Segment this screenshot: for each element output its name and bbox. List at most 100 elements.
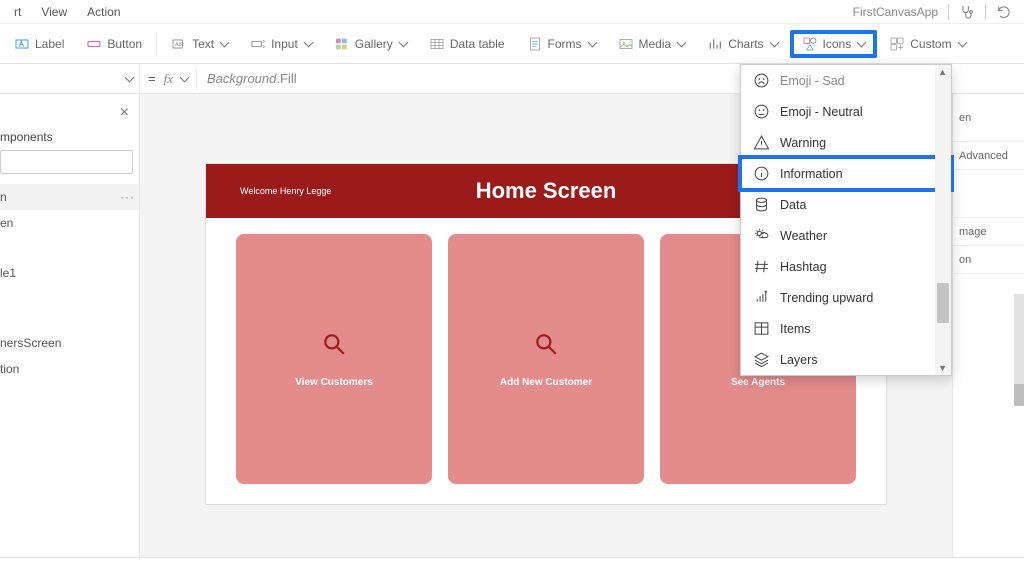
text-icon: Abc: [171, 36, 187, 52]
tree-item-label: n: [0, 190, 7, 204]
button-text: Button: [107, 37, 142, 51]
shapes-icon: [802, 36, 818, 52]
divider: [985, 4, 986, 20]
property-selector[interactable]: [0, 64, 140, 93]
input-icon: [250, 36, 266, 52]
icon-option-label: Layers: [780, 353, 818, 367]
tree-item[interactable]: tion: [0, 356, 139, 382]
equals-sign: =: [140, 71, 164, 86]
app-name: FirstCanvasApp: [853, 5, 938, 19]
formula-prefix: Background: [207, 71, 276, 86]
icon-option-label: Warning: [780, 136, 826, 150]
menu-action[interactable]: Action: [77, 5, 130, 19]
icon-option-layers[interactable]: Layers: [741, 344, 951, 375]
menu-view[interactable]: View: [31, 5, 77, 19]
tree-item[interactable]: le1: [0, 260, 139, 286]
close-icon[interactable]: ×: [0, 100, 139, 130]
gallery-icon: [334, 36, 350, 52]
label-text: Label: [35, 37, 64, 51]
prop-row[interactable]: [953, 170, 1024, 218]
icon-option-weather[interactable]: Weather: [741, 220, 951, 251]
prop-row[interactable]: on: [953, 246, 1024, 274]
layers-icon: [753, 351, 770, 368]
prop-row[interactable]: en: [953, 94, 1024, 142]
text-tool[interactable]: Abc Text: [161, 32, 238, 56]
forms-icon: [527, 36, 543, 52]
emoji-neutral-icon: [753, 103, 770, 120]
menu-insert[interactable]: rt: [4, 5, 31, 19]
text-label: Text: [192, 37, 214, 51]
card-label: See Agents: [731, 377, 785, 388]
charts-tool[interactable]: Charts: [697, 32, 787, 56]
tree-item[interactable]: nersScreen: [0, 330, 139, 356]
stethoscope-icon[interactable]: [959, 4, 975, 20]
icon-option-data[interactable]: Data: [741, 189, 951, 220]
data-icon: [753, 196, 770, 213]
icon-option-label: Information: [780, 167, 843, 181]
tree-item[interactable]: n ···: [0, 184, 139, 210]
formula-suffix: .Fill: [276, 71, 296, 86]
gallery-tool[interactable]: Gallery: [324, 32, 417, 56]
icon-option-information[interactable]: Information: [741, 158, 951, 189]
icon-option-label: Emoji - Sad: [780, 74, 845, 88]
scroll-down-icon[interactable]: ▼: [938, 363, 947, 373]
scrollbar-thumb[interactable]: [937, 283, 949, 323]
menubar: rt View Action FirstCanvasApp: [0, 0, 1024, 24]
icon-option-label: Items: [780, 322, 811, 336]
chevron-down-icon: [303, 37, 313, 47]
status-bar: [0, 557, 1024, 571]
label-tool[interactable]: Label: [4, 32, 74, 56]
prop-row[interactable]: mage: [953, 218, 1024, 246]
warning-icon: [753, 134, 770, 151]
search-icon: [533, 331, 559, 357]
chevron-down-icon: [587, 37, 597, 47]
label-icon: [14, 36, 30, 52]
chevron-down-icon: [125, 72, 135, 82]
icons-tool[interactable]: Icons: [790, 30, 878, 58]
emoji-sad-icon: [753, 72, 770, 89]
ribbon-toolbar: Label Button Abc Text Input Gallery Data…: [0, 24, 1024, 64]
search-icon: [321, 331, 347, 357]
tree-item-label: nersScreen: [0, 336, 61, 350]
charts-icon: [707, 36, 723, 52]
icon-option-label: Emoji - Neutral: [780, 105, 863, 119]
icon-option-items[interactable]: Items: [741, 313, 951, 344]
datatable-tool[interactable]: Data table: [419, 32, 515, 56]
media-tool[interactable]: Media: [608, 32, 696, 56]
scroll-up-icon[interactable]: ▲: [938, 67, 947, 77]
charts-label: Charts: [728, 37, 763, 51]
icons-label: Icons: [823, 37, 852, 51]
custom-label: Custom: [910, 37, 951, 51]
scrollbar[interactable]: ▲ ▼: [935, 65, 951, 375]
custom-tool[interactable]: Custom: [879, 32, 975, 56]
more-icon[interactable]: ···: [120, 190, 135, 204]
prop-tab-advanced[interactable]: Advanced: [953, 142, 1024, 170]
icon-option-label: Hashtag: [780, 260, 827, 274]
divider: [948, 4, 949, 20]
card-view-customers[interactable]: View Customers: [236, 234, 432, 484]
chevron-down-icon: [398, 37, 408, 47]
undo-icon[interactable]: [996, 4, 1012, 20]
icon-option-emoji-sad[interactable]: Emoji - Sad: [741, 65, 951, 96]
forms-tool[interactable]: Forms: [517, 32, 606, 56]
chevron-down-icon: [677, 37, 687, 47]
tree-view-panel: × mponents n ··· en le1 nersScreen tion: [0, 94, 140, 557]
tree-item[interactable]: en: [0, 210, 139, 236]
search-input[interactable]: [0, 150, 133, 174]
custom-icon: [889, 36, 905, 52]
icon-option-hashtag[interactable]: Hashtag: [741, 251, 951, 282]
icon-option-emoji-neutral[interactable]: Emoji - Neutral: [741, 96, 951, 127]
weather-icon: [753, 227, 770, 244]
chevron-down-icon: [220, 37, 230, 47]
icon-option-warning[interactable]: Warning: [741, 127, 951, 158]
properties-panel: en Advanced mage on: [952, 94, 1024, 557]
input-tool[interactable]: Input: [240, 32, 322, 56]
formula-input[interactable]: Background.Fill: [207, 71, 297, 87]
chevron-down-icon: [769, 37, 779, 47]
scrollbar-thumb[interactable]: [1014, 384, 1024, 406]
button-tool[interactable]: Button: [76, 32, 152, 56]
icon-option-trending[interactable]: Trending upward: [741, 282, 951, 313]
card-add-customer[interactable]: Add New Customer: [448, 234, 644, 484]
icon-option-label: Data: [780, 198, 806, 212]
button-icon: [86, 36, 102, 52]
